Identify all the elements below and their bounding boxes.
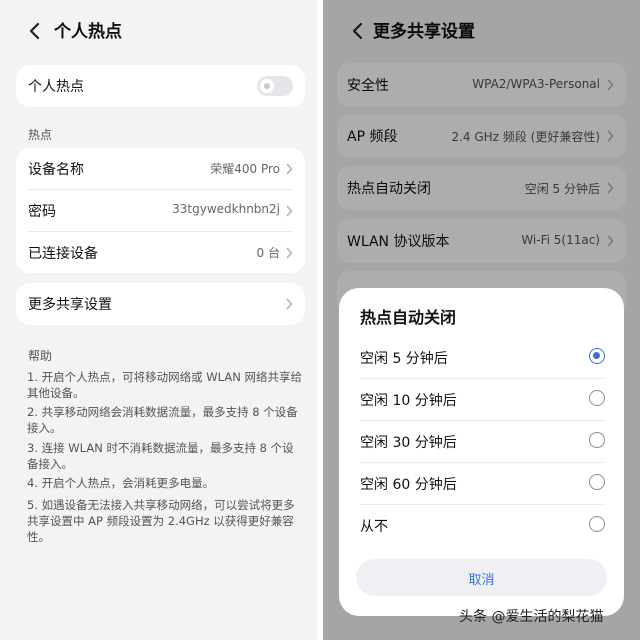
- row-value: 33tgywedkhnbn2j: [172, 202, 280, 216]
- row-value: 0 台: [256, 246, 280, 260]
- cancel-label: 取消: [468, 573, 495, 588]
- more-settings-row[interactable]: 更多共享设置: [16, 283, 305, 324]
- row-label: 设备名称: [28, 162, 84, 178]
- radio-unselected-icon[interactable]: [589, 390, 605, 406]
- hotspot-switch[interactable]: [257, 76, 293, 96]
- help-text-1: 1. 开启个人热点，可将移动网络或 WLAN 网络共享给其他设备。: [27, 370, 302, 400]
- hotspot-toggle-label: 个人热点: [28, 79, 84, 95]
- row-label: 已连接设备: [28, 246, 98, 262]
- option-label: 空闲 30 分钟后: [360, 435, 457, 451]
- back-arrow-icon[interactable]: [26, 22, 44, 40]
- row-password[interactable]: 密码 33tgywedkhnbn2j: [16, 190, 305, 231]
- chevron-right-icon: [286, 163, 293, 175]
- help-text-2: 2. 共享移动网络会消耗数据流量，最多支持 8 个设备接入。: [27, 405, 298, 435]
- page-title: 个人热点: [54, 22, 122, 42]
- row-value: 荣耀400 Pro: [210, 162, 280, 176]
- option-label: 从不: [360, 519, 388, 535]
- hotspot-toggle-row[interactable]: 个人热点: [16, 65, 305, 106]
- row-connected-devices[interactable]: 已连接设备 0 台: [16, 232, 305, 273]
- option-label: 空闲 60 分钟后: [360, 477, 457, 493]
- radio-selected-icon[interactable]: [589, 348, 605, 364]
- watermark: 头条 @爱生活的梨花猫: [459, 609, 604, 625]
- radio-unselected-icon[interactable]: [589, 516, 605, 532]
- option-label: 空闲 10 分钟后: [360, 393, 457, 409]
- option-idle-60[interactable]: 空闲 60 分钟后: [339, 462, 624, 504]
- hotspot-toggle-card: 个人热点: [16, 65, 305, 107]
- help-title: 帮助: [28, 349, 53, 363]
- auto-off-dialog: 热点自动关闭 空闲 5 分钟后 空闲 10 分钟后 空闲 30 分钟后 空闲 6…: [339, 288, 624, 616]
- help-text-3: 3. 连接 WLAN 时不消耗数据流量，最多支持 8 个设备接入。: [27, 441, 294, 471]
- option-label: 空闲 5 分钟后: [360, 351, 448, 367]
- option-idle-10[interactable]: 空闲 10 分钟后: [339, 378, 624, 420]
- option-idle-30[interactable]: 空闲 30 分钟后: [339, 420, 624, 462]
- personal-hotspot-screen: 个人热点 个人热点 热点 设备名称 荣耀400 Pro 密码 33tgywedk…: [0, 0, 317, 640]
- help-text-4: 4. 开启个人热点，会消耗更多电量。: [27, 476, 215, 490]
- nav-bar: 个人热点: [0, 0, 317, 60]
- cancel-button[interactable]: 取消: [356, 559, 607, 596]
- more-sharing-settings-screen: 更多共享设置 安全性 WPA2/WPA3-Personal AP 频段 2.4 …: [323, 0, 640, 640]
- radio-unselected-icon[interactable]: [589, 432, 605, 448]
- option-idle-5[interactable]: 空闲 5 分钟后: [339, 336, 624, 378]
- dialog-title: 热点自动关闭: [360, 308, 457, 327]
- more-settings-card: 更多共享设置: [16, 283, 305, 325]
- more-settings-label: 更多共享设置: [28, 297, 112, 313]
- section-label-hotspot: 热点: [28, 128, 53, 142]
- row-label: 密码: [28, 204, 56, 220]
- radio-unselected-icon[interactable]: [589, 474, 605, 490]
- hotspot-settings-card: 设备名称 荣耀400 Pro 密码 33tgywedkhnbn2j 已连接设备 …: [16, 148, 305, 273]
- option-never[interactable]: 从不: [339, 504, 624, 546]
- chevron-right-icon: [286, 247, 293, 259]
- chevron-right-icon: [286, 205, 293, 217]
- help-text-5: 5. 如遇设备无法接入共享移动网络，可以尝试将更多共享设置中 AP 频段设置为 …: [27, 498, 295, 544]
- chevron-right-icon: [286, 298, 293, 310]
- row-device-name[interactable]: 设备名称 荣耀400 Pro: [16, 148, 305, 189]
